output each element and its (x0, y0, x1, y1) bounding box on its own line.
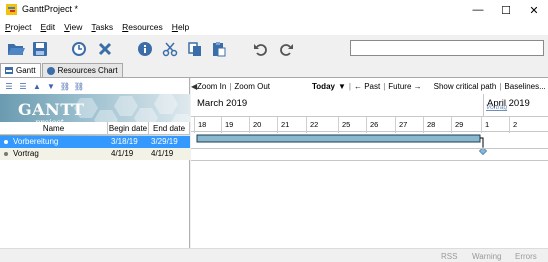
zoom-out-button[interactable]: Zoom Out (234, 82, 270, 91)
chart-controls: ◀ Zoom In | Zoom Out Today ▼ | ← Past | … (191, 81, 546, 91)
day-tick (277, 117, 278, 133)
today-button[interactable]: Today (312, 82, 335, 91)
task-name: Vortrag (13, 149, 39, 158)
task-begin: 4/1/19 (111, 149, 134, 158)
title-bar: GanttProject * — ☐ ✕ (0, 0, 548, 20)
month-divider (483, 94, 484, 116)
day-tick (366, 117, 367, 133)
task-row-vortrag[interactable]: Vortrag 4/1/19 4/1/19 (0, 148, 190, 160)
menu-tasks[interactable]: Tasks (86, 20, 117, 35)
redo-icon[interactable] (277, 40, 295, 58)
cut-icon[interactable] (161, 40, 179, 58)
unindent-icon[interactable]: ☰ (3, 81, 15, 91)
move-up-icon[interactable]: ▲ (31, 81, 43, 91)
menu-resources[interactable]: Resources (117, 20, 167, 35)
menu-help[interactable]: Help (167, 20, 193, 35)
task-tree-pane: ☰ ☰ ▲ ▼ ⛓ ⛓ GANTT project (0, 78, 190, 248)
copy-icon[interactable] (186, 40, 204, 58)
menu-edit[interactable]: Edit (35, 20, 59, 35)
day-label-2: 2 (513, 120, 518, 129)
menu-bar: Project Edit View Tasks Resources Help (0, 20, 548, 35)
unlink-icon[interactable]: ⛓ (73, 81, 85, 91)
day-label-1: 1 (485, 120, 490, 129)
future-button[interactable]: Future → (388, 82, 421, 91)
tab-resources-label: Resources Chart (57, 66, 118, 75)
view-tabs: Gantt Resources Chart (0, 63, 124, 77)
column-header-name[interactable]: Name (0, 122, 108, 135)
save-icon[interactable] (31, 40, 49, 58)
task-name: Vorbereitung (13, 137, 59, 146)
day-tick (451, 117, 452, 133)
day-label-21: 21 (281, 120, 290, 129)
day-tick (221, 117, 222, 133)
past-button[interactable]: ← Past (354, 82, 380, 91)
day-label-29: 29 (455, 120, 464, 129)
status-warning[interactable]: Warning (472, 252, 502, 261)
day-tick (509, 117, 510, 133)
undo-icon[interactable] (252, 40, 270, 58)
today-dropdown-icon[interactable]: ▼ (335, 82, 346, 91)
day-tick (423, 117, 424, 133)
day-label-26: 26 (370, 120, 379, 129)
baselines-button[interactable]: Baselines... (504, 82, 545, 91)
day-tick (338, 117, 339, 133)
day-label-18: 18 (198, 120, 207, 129)
day-label-28: 28 (427, 120, 436, 129)
day-tick (481, 117, 482, 133)
task-bar[interactable] (196, 134, 481, 143)
task-end: 3/29/19 (151, 137, 178, 146)
close-button[interactable]: ✕ (520, 0, 548, 20)
resources-icon (46, 66, 55, 75)
task-row-vorbereitung[interactable]: Vorbereitung 3/18/19 3/29/19 (0, 136, 190, 148)
zoom-in-button[interactable]: Zoom In (197, 82, 226, 91)
day-tick (249, 117, 250, 133)
milestone-label: Vortrag (486, 104, 508, 111)
column-header-begin-date[interactable]: Begin date (108, 122, 149, 135)
tab-gantt-label: Gantt (16, 66, 36, 75)
menu-project[interactable]: Project (0, 20, 35, 35)
task-bullet-icon (4, 152, 8, 156)
day-label-27: 27 (399, 120, 408, 129)
app-icon (6, 4, 17, 15)
row-separator (191, 160, 548, 161)
task-bullet-icon (4, 140, 8, 144)
window-title: GanttProject * (22, 4, 79, 14)
task-begin: 3/18/19 (111, 137, 138, 146)
tree-toolbar: ☰ ☰ ▲ ▼ ⛓ ⛓ (0, 78, 190, 94)
search-input[interactable] (350, 40, 544, 56)
critical-path-button[interactable]: Show critical path (434, 82, 497, 91)
menu-view[interactable]: View (59, 20, 86, 35)
status-rss[interactable]: RSS (441, 252, 457, 261)
day-label-25: 25 (342, 120, 351, 129)
tab-resources-chart[interactable]: Resources Chart (41, 63, 123, 77)
task-end: 4/1/19 (151, 149, 174, 158)
column-header-end-date[interactable]: End date (149, 122, 190, 135)
minimize-button[interactable]: — (464, 0, 492, 20)
gantt-icon (5, 67, 13, 74)
day-tick (306, 117, 307, 133)
clock-icon[interactable] (70, 40, 88, 58)
day-tick (395, 117, 396, 133)
open-folder-icon[interactable] (7, 40, 25, 58)
maximize-button[interactable]: ☐ (492, 0, 520, 20)
gantt-chart-canvas (196, 134, 488, 156)
day-label-20: 20 (253, 120, 262, 129)
month-label-march: March 2019 (197, 98, 248, 109)
paste-icon[interactable] (210, 40, 228, 58)
link-icon[interactable]: ⛓ (59, 81, 71, 91)
day-tick (194, 117, 195, 133)
move-down-icon[interactable]: ▼ (45, 81, 57, 91)
tab-gantt[interactable]: Gantt (0, 63, 41, 77)
delete-icon[interactable] (96, 40, 114, 58)
day-label-22: 22 (310, 120, 319, 129)
status-bar: RSS Warning Errors (0, 248, 548, 262)
row-separator (191, 148, 548, 149)
day-header: 18 19 20 21 22 25 26 27 28 29 1 2 (191, 116, 548, 133)
status-errors[interactable]: Errors (515, 252, 537, 261)
gantt-chart-pane: ◀ Zoom In | Zoom Out Today ▼ | ← Past | … (191, 78, 548, 248)
day-label-19: 19 (225, 120, 234, 129)
info-icon[interactable] (136, 40, 154, 58)
indent-icon[interactable]: ☰ (17, 81, 29, 91)
